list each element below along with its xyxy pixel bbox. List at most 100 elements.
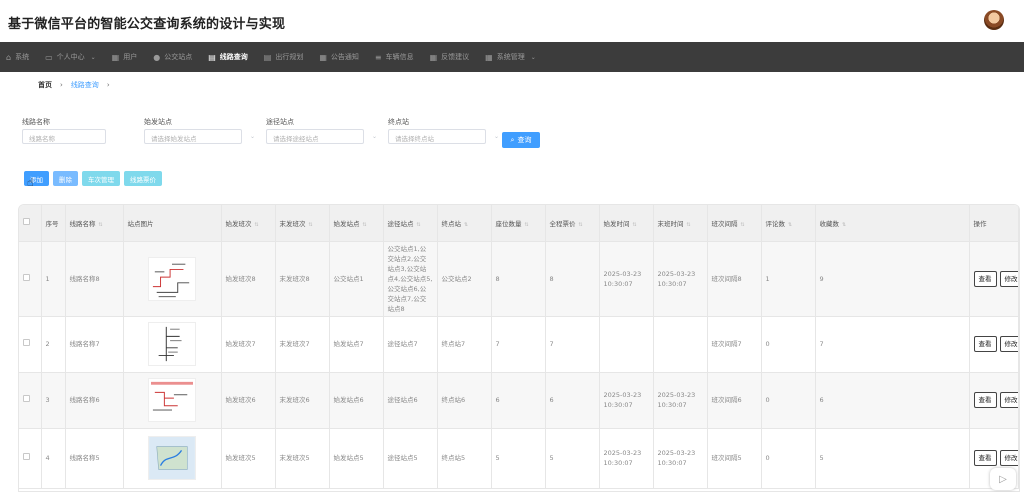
column-header[interactable]: 序号 xyxy=(41,205,66,242)
column-header[interactable]: 评论数 ⇅ xyxy=(761,205,816,242)
column-header[interactable]: 班次间隔 ⇅ xyxy=(707,205,762,242)
column-header[interactable]: 线路名称 ⇅ xyxy=(65,205,124,242)
view-button[interactable]: 查看 xyxy=(973,270,997,287)
nav-item-label: 系统管理 xyxy=(496,53,525,61)
breadcrumb-home[interactable]: 首页 xyxy=(38,80,52,90)
column-header[interactable]: 全程票价 ⇅ xyxy=(545,205,600,242)
station-map-image[interactable] xyxy=(148,378,196,422)
cell-seats: 5 xyxy=(491,428,546,489)
table-row[interactable]: 4 线路名称5 始发班次5 末发班次5 始发站点5 途径站点5 终点站5 5 5 2025-03-… xyxy=(19,428,1019,489)
cell-via: 途径站点5 xyxy=(383,428,438,489)
user-avatar[interactable] xyxy=(984,10,1004,30)
row-checkbox[interactable] xyxy=(23,453,30,460)
nav-item-5[interactable]: ▤ 出行规划 xyxy=(264,42,304,72)
column-header[interactable]: 操作 xyxy=(969,205,1019,242)
station-map-image[interactable] xyxy=(148,322,196,366)
column-header[interactable]: 终点站 ⇅ xyxy=(437,205,492,242)
table-row[interactable]: 3 线路名称6 始发班次6 末发班次6 始发站点6 途径站点6 终点站6 6 6 2025-03-… xyxy=(19,372,1019,429)
sort-icon[interactable]: ⇅ xyxy=(842,222,846,228)
breadcrumb: 首页 › 线路查询 › xyxy=(38,80,110,90)
sort-icon[interactable]: ⇅ xyxy=(579,222,583,228)
data-table: 序号 线路名称 ⇅ 站点图片 始发班次 ⇅ 末发班次 ⇅ 始发站点 ⇅ 途径站点 ⇅ 终点站 ⇅ 座位数量 ⇅… xyxy=(18,204,1020,492)
row-actions: 查看修改查看评论删除 xyxy=(973,392,1018,408)
schedule-button[interactable]: 车次管理 xyxy=(82,171,120,186)
station-image-cell xyxy=(123,316,222,373)
view-button[interactable]: 查看 xyxy=(973,450,997,466)
sort-icon[interactable]: ⇅ xyxy=(255,222,259,228)
sort-icon[interactable]: ⇅ xyxy=(363,222,367,228)
column-header[interactable]: 始发站点 ⇅ xyxy=(329,205,384,242)
nav-item-label: 用户 xyxy=(123,53,138,61)
edit-button[interactable]: 修改 xyxy=(999,392,1018,408)
column-header[interactable]: 途径站点 ⇅ xyxy=(383,205,438,242)
row-select-cell xyxy=(19,241,42,317)
table-header-row: 序号 线路名称 ⇅ 站点图片 始发班次 ⇅ 末发班次 ⇅ 始发站点 ⇅ 途径站点 ⇅ 终点站 ⇅ 座位数量 ⇅… xyxy=(19,205,1019,242)
breadcrumb-current[interactable]: 线路查询 xyxy=(71,80,99,90)
table-row[interactable]: 1 线路名称8 始发班次8 末发班次8 公交站点1 公交站点1,公交站点2,公交站点3,公… xyxy=(19,241,1019,317)
select-all-checkbox[interactable] xyxy=(23,218,30,226)
sort-icon[interactable]: ⇅ xyxy=(417,222,421,228)
via-station-select[interactable]: 请选择途经站点 ⌄ xyxy=(266,129,377,144)
cell-via: 公交站点1,公交站点2,公交站点3,公交站点4,公交站点5,公交站点6,公交站点… xyxy=(383,241,438,317)
sort-icon[interactable]: ⇅ xyxy=(788,222,792,228)
play-icon[interactable]: ▷ xyxy=(990,468,1016,490)
sort-icon[interactable]: ⇅ xyxy=(633,222,637,228)
column-header[interactable]: 末班时间 ⇅ xyxy=(653,205,708,242)
nav-item-1[interactable]: ▭ 个人中心 ⌄ xyxy=(45,42,96,72)
nav-item-9[interactable]: ▦ 系统管理 ⌄ xyxy=(485,42,536,72)
edit-button[interactable]: 修改 xyxy=(999,336,1018,352)
edit-button[interactable]: 修改 xyxy=(999,450,1018,466)
app-header: 基于微信平台的智能公交查询系统的设计与实现 xyxy=(0,0,1024,42)
row-checkbox[interactable] xyxy=(23,395,30,402)
row-checkbox[interactable] xyxy=(23,339,30,346)
column-header[interactable]: 末发班次 ⇅ xyxy=(275,205,330,242)
column-header[interactable]: 站点图片 xyxy=(123,205,222,242)
end-station-select[interactable]: 请选择终点站 ⌄ xyxy=(388,129,499,144)
fare-button[interactable]: 线路票价 xyxy=(124,171,162,186)
nav-item-label: 个人中心 xyxy=(56,53,85,61)
sort-icon[interactable]: ⇅ xyxy=(309,222,313,228)
column-header[interactable]: 座位数量 ⇅ xyxy=(491,205,546,242)
cell-comments: 0 xyxy=(761,428,816,489)
edit-button[interactable]: 修改 xyxy=(999,270,1018,287)
cell-end: 终点站6 xyxy=(437,372,492,429)
operations-cell: 查看修改查看评论删除 xyxy=(969,372,1019,429)
nav-item-2[interactable]: ▦ 用户 xyxy=(112,42,138,72)
cell-interval: 班次间隔5 xyxy=(707,428,762,489)
column-header[interactable]: 收藏数 ⇅ xyxy=(815,205,970,242)
cell-end: 终点站7 xyxy=(437,316,492,373)
nav-item-3[interactable]: ● 公交站点 xyxy=(153,42,192,72)
station-map-image[interactable] xyxy=(148,256,196,301)
route-name-input[interactable]: 线路名称 xyxy=(22,129,106,144)
delete-button[interactable]: 删除 xyxy=(53,171,78,186)
operations-cell: 查看修改查看评论删除 xyxy=(969,241,1019,317)
cell-end-time xyxy=(653,316,708,373)
table-row[interactable]: 2 线路名称7 始发班次7 末发班次7 始发站点7 途径站点7 终点站7 7 7 班次间隔7 0 7 查… xyxy=(19,316,1019,373)
row-checkbox[interactable] xyxy=(23,273,30,281)
nav-item-6[interactable]: ▦ 公告通知 xyxy=(319,42,359,72)
sort-icon[interactable]: ⇅ xyxy=(464,222,468,228)
search-icon: ⌕ xyxy=(510,135,515,144)
column-header[interactable]: 始发时间 ⇅ xyxy=(599,205,654,242)
cell-end-time: 2025-03-23 10:30:07 xyxy=(653,241,708,317)
cell-seats: 7 xyxy=(491,316,546,373)
sort-icon[interactable]: ⇅ xyxy=(525,222,529,228)
nav-item-4[interactable]: ▤ 线路查询 xyxy=(208,42,248,72)
sort-icon[interactable]: ⇅ xyxy=(687,222,691,228)
cell-end: 公交站点2 xyxy=(437,241,492,317)
view-button[interactable]: 查看 xyxy=(973,392,997,408)
nav-item-8[interactable]: ▦ 反馈建议 xyxy=(430,42,470,72)
nav-item-0[interactable]: ⌂ 系统 xyxy=(6,42,29,72)
column-header[interactable]: 始发班次 ⇅ xyxy=(221,205,276,242)
station-map-image[interactable] xyxy=(148,436,196,480)
search-button[interactable]: ⌕ 查询 xyxy=(502,132,540,148)
start-station-select[interactable]: 请选择始发站点 ⌄ xyxy=(144,129,255,144)
location-icon: ● xyxy=(153,52,161,62)
cell-first-bus: 始发班次5 xyxy=(221,428,276,489)
cell-name: 线路名称5 xyxy=(65,428,124,489)
station-image-cell xyxy=(123,428,222,489)
view-button[interactable]: 查看 xyxy=(973,336,997,352)
sort-icon[interactable]: ⇅ xyxy=(741,222,745,228)
sort-icon[interactable]: ⇅ xyxy=(99,222,103,228)
nav-item-7[interactable]: ≡ 车辆信息 xyxy=(375,42,414,72)
